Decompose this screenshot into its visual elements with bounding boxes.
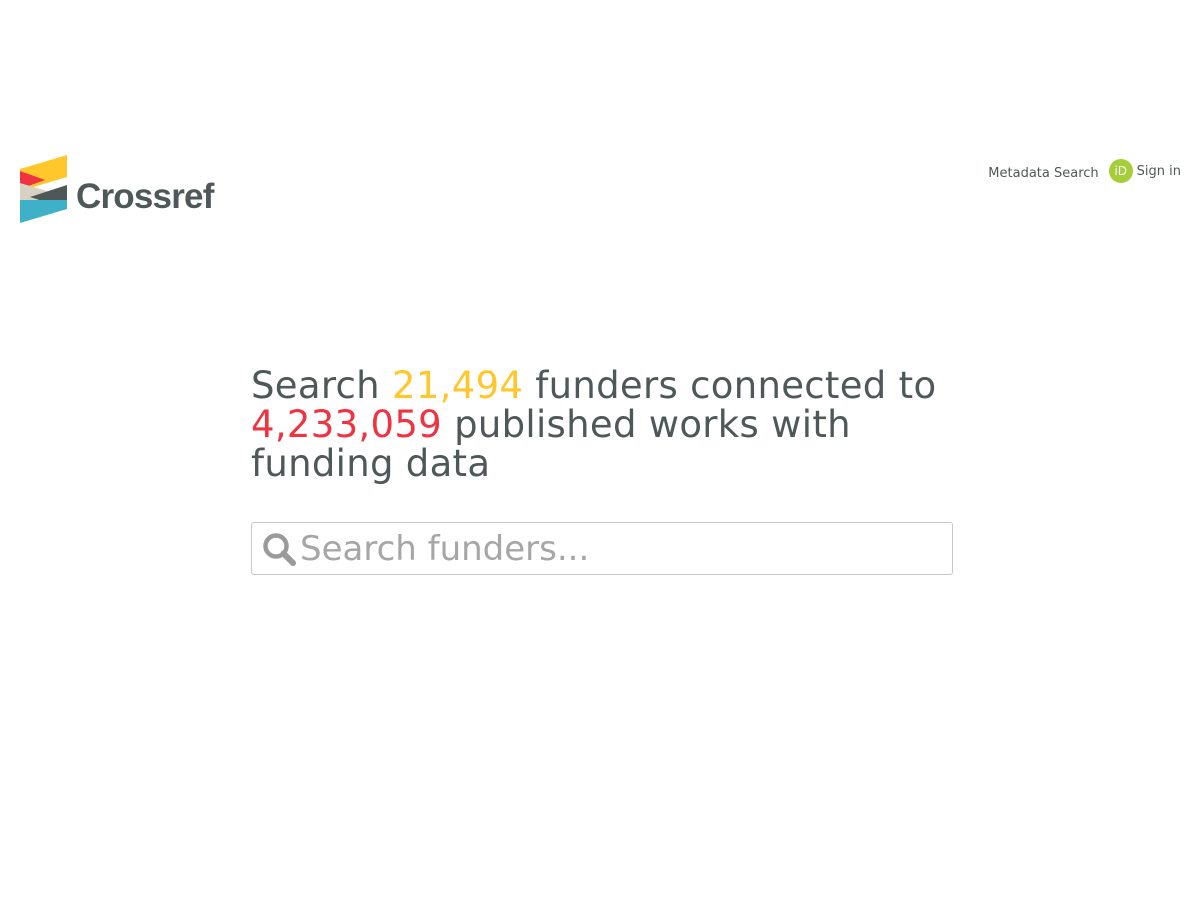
top-nav: Metadata Search iD Sign in — [988, 159, 1181, 183]
funders-count: 21,494 — [391, 364, 524, 407]
funder-search-input[interactable] — [296, 524, 952, 573]
search-icon — [263, 532, 296, 566]
sign-in-link[interactable]: iD Sign in — [1108, 159, 1181, 183]
crossref-logo[interactable]: Crossref — [20, 155, 214, 223]
sign-in-label: Sign in — [1136, 163, 1181, 179]
funder-search-box[interactable] — [251, 522, 953, 575]
headline-prefix: Search — [251, 364, 392, 407]
headline: Search 21,494 funders connected to 4,233… — [251, 366, 955, 483]
page: Crossref Metadata Search iD Sign in Sear… — [0, 0, 1200, 900]
metadata-search-link[interactable]: Metadata Search — [988, 166, 1098, 181]
works-count: 4,233,059 — [251, 403, 443, 446]
crossref-logo-mark-icon — [20, 155, 67, 223]
hero: Search 21,494 funders connected to 4,233… — [251, 366, 955, 575]
headline-middle: funders connected to — [523, 364, 937, 407]
orcid-icon: iD — [1108, 159, 1133, 183]
crossref-logo-text: Crossref — [76, 177, 214, 216]
